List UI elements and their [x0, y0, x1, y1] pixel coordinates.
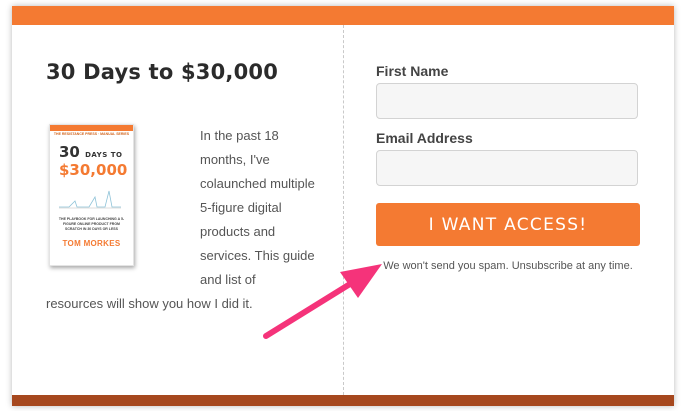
first-name-input[interactable]	[376, 83, 638, 119]
first-name-label: First Name	[376, 63, 449, 79]
book-cover-chart-graphic	[59, 190, 121, 209]
i-want-access-button[interactable]: I WANT ACCESS!	[376, 203, 640, 246]
arrow-annotation-icon	[263, 264, 382, 339]
email-address-input[interactable]	[376, 150, 638, 186]
no-spam-disclaimer: We won't send you spam. Unsubscribe at a…	[383, 260, 633, 272]
book-cover-author: TOM MORKES	[62, 239, 121, 248]
optin-card: 30 Days to $30,000 In the past 18 months…	[12, 6, 674, 406]
book-cover-title-number: 30 DAYS TO	[59, 143, 122, 161]
email-address-label: Email Address	[376, 130, 473, 146]
book-cover-title-number-text: 30	[59, 143, 80, 161]
offer-headline: 30 Days to $30,000	[46, 60, 279, 84]
page: 30 Days to $30,000 In the past 18 months…	[0, 0, 681, 411]
book-cover-image: THE RESISTANCE PRESS · MANUAL SERIES 30 …	[49, 124, 134, 266]
bottom-accent-bar	[12, 395, 674, 406]
book-cover-title-days: DAYS TO	[85, 151, 123, 159]
book-cover-title-amount: $30,000	[59, 161, 128, 179]
book-cover-series: THE RESISTANCE PRESS · MANUAL SERIES	[53, 132, 130, 136]
book-cover-subtitle: THE PLAYBOOK FOR LAUNCHING A 5-FIGURE ON…	[58, 217, 125, 231]
top-accent-bar	[12, 6, 674, 25]
book-cover-band	[50, 125, 133, 131]
